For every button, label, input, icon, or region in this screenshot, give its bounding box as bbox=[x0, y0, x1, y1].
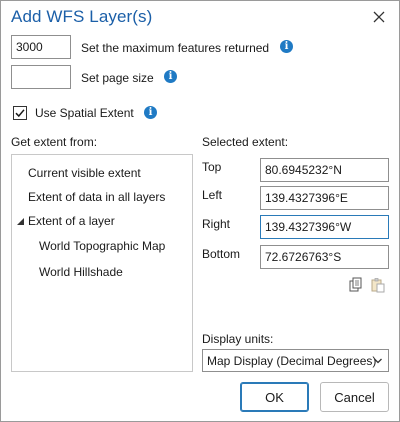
paste-extent-button[interactable] bbox=[370, 277, 386, 293]
extent-source-tree: Current visible extent Extent of data in… bbox=[11, 154, 193, 372]
page-size-label: Set page size bbox=[81, 71, 154, 85]
display-units-select[interactable]: Map Display (Decimal Degrees) bbox=[202, 349, 389, 372]
max-features-label: Set the maximum features returned bbox=[81, 41, 270, 55]
bottom-label: Bottom bbox=[202, 247, 241, 261]
page-size-info-icon[interactable]: i bbox=[164, 70, 177, 83]
display-units-selected-value: Map Display (Decimal Degrees) bbox=[207, 353, 377, 368]
page-size-input[interactable] bbox=[11, 65, 71, 89]
spatial-extent-label: Use Spatial Extent bbox=[35, 106, 134, 120]
spatial-extent-checkbox[interactable] bbox=[13, 106, 27, 120]
right-input[interactable] bbox=[260, 215, 389, 239]
left-input[interactable] bbox=[260, 186, 389, 210]
right-label: Right bbox=[202, 217, 231, 231]
expand-triangle-icon[interactable] bbox=[17, 218, 24, 225]
copy-extent-button[interactable] bbox=[348, 277, 364, 293]
max-features-input[interactable] bbox=[11, 35, 71, 59]
paste-icon bbox=[371, 278, 385, 293]
top-input[interactable] bbox=[260, 158, 389, 182]
checkmark-icon bbox=[15, 109, 25, 118]
close-button[interactable] bbox=[369, 7, 389, 27]
display-units-label: Display units: bbox=[202, 332, 274, 346]
tree-item-extent-all-layers[interactable]: Extent of data in all layers bbox=[28, 190, 165, 204]
selected-extent-heading: Selected extent: bbox=[202, 135, 289, 149]
tree-item-current-visible-extent[interactable]: Current visible extent bbox=[28, 166, 141, 180]
tree-item-world-topographic-map[interactable]: World Topographic Map bbox=[39, 239, 165, 253]
max-features-info-icon[interactable]: i bbox=[280, 40, 293, 53]
dialog-title: Add WFS Layer(s) bbox=[11, 7, 153, 26]
chevron-down-icon bbox=[374, 358, 382, 364]
bottom-input[interactable] bbox=[260, 245, 389, 269]
copy-icon bbox=[349, 277, 362, 292]
extent-source-heading: Get extent from: bbox=[11, 135, 98, 149]
cancel-button[interactable]: Cancel bbox=[320, 382, 389, 412]
tree-item-world-hillshade[interactable]: World Hillshade bbox=[39, 265, 123, 279]
close-icon bbox=[373, 11, 385, 23]
add-wfs-layer-dialog: Add WFS Layer(s) Set the maximum feature… bbox=[0, 0, 400, 422]
top-label: Top bbox=[202, 160, 222, 174]
tree-item-extent-of-a-layer[interactable]: Extent of a layer bbox=[28, 214, 115, 228]
ok-button[interactable]: OK bbox=[240, 382, 309, 412]
left-label: Left bbox=[202, 188, 223, 202]
spatial-extent-info-icon[interactable]: i bbox=[144, 106, 157, 119]
